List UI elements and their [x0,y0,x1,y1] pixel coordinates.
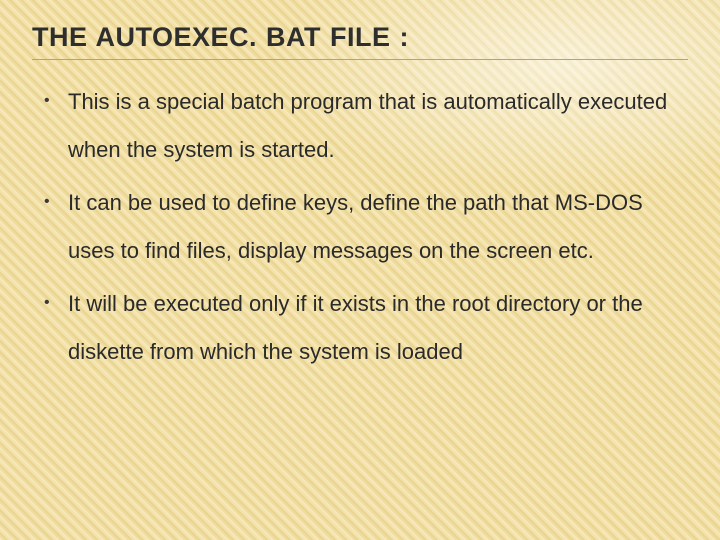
list-item: This is a special batch program that is … [44,78,688,175]
list-item: It will be executed only if it exists in… [44,280,688,377]
bullet-list: This is a special batch program that is … [32,78,688,376]
title-underline [32,59,688,60]
slide-title: THE AUTOEXEC. BAT FILE : [32,22,688,53]
list-item: It can be used to define keys, define th… [44,179,688,276]
slide: THE AUTOEXEC. BAT FILE : This is a speci… [0,0,720,540]
